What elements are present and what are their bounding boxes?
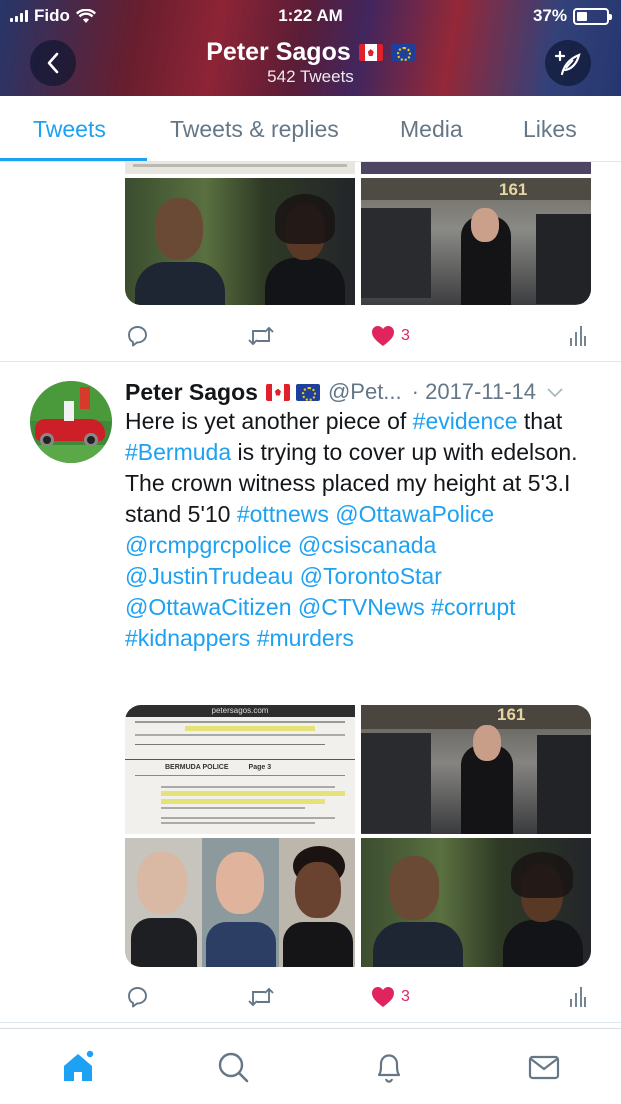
tweet-date[interactable]: · 2017-11-14 (412, 379, 536, 405)
tweet-text-segment: Here is yet another piece of (125, 408, 413, 434)
like-count: 3 (401, 327, 410, 344)
bottom-tab-bar (0, 1028, 621, 1104)
mention-link[interactable]: @OttawaCitizen (125, 594, 292, 620)
analytics-button[interactable] (569, 981, 587, 1013)
battery-icon (573, 7, 612, 25)
tweet-author-handle[interactable]: @Pet... (328, 379, 402, 405)
profile-header: Fido 1:22 AM 37% Peter Sagos 542 Tweets (0, 0, 621, 96)
home-icon (64, 1049, 95, 1081)
bell-icon (377, 1054, 401, 1083)
officials-photo (125, 838, 355, 967)
hashtag-link[interactable]: #murders (257, 625, 354, 651)
retweet-button[interactable] (247, 981, 275, 1013)
analytics-button[interactable] (569, 320, 587, 352)
like-count: 3 (401, 988, 410, 1005)
mail-icon (528, 1055, 560, 1080)
mention-link[interactable]: @csiscanada (298, 532, 436, 558)
active-tab-indicator (0, 158, 147, 161)
canada-flag-icon (358, 44, 383, 61)
tab-media[interactable]: Media (400, 96, 463, 162)
document-photo (125, 162, 355, 174)
mention-link[interactable]: @rcmpgrcpolice (125, 532, 292, 558)
tweet-count: 542 Tweets (267, 67, 354, 86)
tweet-header: Peter Sagos @Pet... · 2017-11-14 (125, 376, 595, 408)
police-statement-photo: petersagos.com BERMUDA POLICE Page 3 (125, 705, 355, 834)
reply-icon (128, 326, 147, 347)
compose-feather-icon (554, 50, 581, 76)
document-page: Page 3 (248, 764, 272, 771)
mention-link[interactable]: @CTVNews (298, 594, 425, 620)
nav-search[interactable] (215, 1049, 251, 1085)
tweet-actions: 3 (125, 981, 595, 1013)
status-bar: Fido 1:22 AM 37% (0, 0, 621, 32)
battery-percent: 37% (532, 6, 567, 25)
tweet-media-grid[interactable]: petersagos.com BERMUDA POLICE Page 3 161 (125, 705, 591, 967)
eu-flag-icon (390, 44, 415, 61)
courthouse-photo: 161 (361, 178, 591, 305)
status-time: 1:22 AM (278, 6, 343, 25)
eu-flag-icon (295, 383, 320, 401)
hashtag-link[interactable]: #corrupt (431, 594, 515, 620)
tweet-divider (0, 361, 621, 362)
heart-icon (372, 987, 394, 1007)
tweet-media-grid[interactable]: 161 (125, 162, 591, 305)
tweet-text-segment: that (517, 408, 563, 434)
photo-number: 161 (499, 180, 528, 199)
document-title: BERMUDA POLICE (165, 764, 229, 771)
mention-link[interactable]: @TorontoStar (300, 563, 442, 589)
tweet-text: Here is yet another piece of #evidence t… (125, 406, 595, 654)
avatar[interactable] (30, 381, 112, 463)
retweet-button[interactable] (247, 320, 275, 352)
nav-messages[interactable] (526, 1049, 562, 1085)
profile-tabs: Tweets Tweets & replies Media Likes (0, 96, 621, 162)
reply-button[interactable] (125, 981, 149, 1013)
chevron-down-icon[interactable] (546, 386, 564, 398)
heart-icon (372, 326, 394, 346)
nav-home[interactable] (60, 1049, 96, 1085)
mention-link[interactable]: @OttawaPolice (335, 501, 494, 527)
courthouse-photo: 161 (361, 705, 591, 834)
portrait-photo (125, 178, 355, 305)
retweet-icon (248, 987, 274, 1007)
reply-icon (128, 987, 147, 1008)
mention-link[interactable]: @JustinTrudeau (125, 563, 293, 589)
tweet-author-name[interactable]: Peter Sagos (125, 379, 258, 406)
hashtag-link[interactable]: #kidnappers (125, 625, 250, 651)
photo (361, 162, 591, 174)
reply-button[interactable] (125, 320, 149, 352)
document-source: petersagos.com (125, 705, 355, 717)
tweet-actions: 3 (125, 320, 595, 352)
tweet-divider (0, 1022, 621, 1023)
tab-tweets[interactable]: Tweets (33, 96, 106, 162)
search-icon (218, 1052, 249, 1083)
analytics-icon (570, 326, 586, 346)
like-button[interactable]: 3 (371, 320, 410, 352)
tab-likes[interactable]: Likes (523, 96, 577, 162)
analytics-icon (570, 987, 586, 1007)
hashtag-link[interactable]: #evidence (413, 408, 518, 434)
retweet-icon (248, 326, 274, 346)
header-title: Peter Sagos 542 Tweets (0, 38, 621, 87)
hashtag-link[interactable]: #ottnews (237, 501, 329, 527)
profile-name: Peter Sagos (206, 38, 351, 66)
compose-tweet-button[interactable] (545, 40, 591, 86)
tab-tweets-and-replies[interactable]: Tweets & replies (170, 96, 339, 162)
nav-notifications[interactable] (371, 1049, 407, 1085)
photo-number: 161 (497, 705, 526, 724)
portrait-photo (361, 838, 591, 967)
like-button[interactable]: 3 (371, 981, 410, 1013)
canada-flag-icon (265, 383, 290, 401)
timeline[interactable]: 161 3 Peter Sagos @Pet... · 2017-11-14 H… (0, 162, 621, 1028)
hashtag-link[interactable]: #Bermuda (125, 439, 231, 465)
